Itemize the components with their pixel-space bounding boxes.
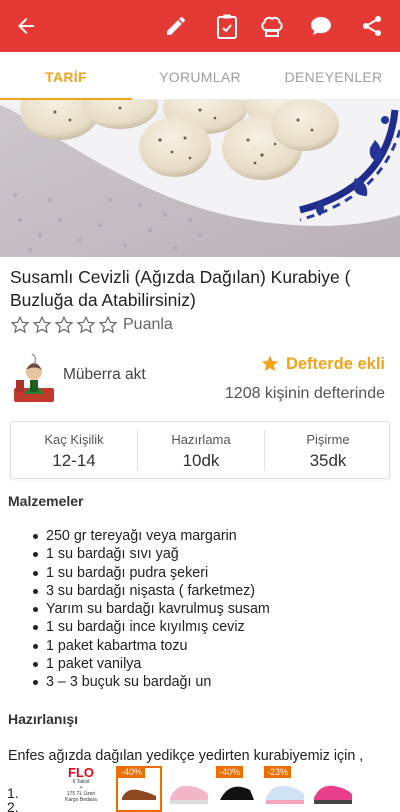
ad-product-sneaker[interactable] xyxy=(166,766,212,812)
saved-count: 1208 kişinin defterinde xyxy=(224,385,385,402)
star-outline-icon[interactable] xyxy=(97,314,119,336)
cook-time-value: 35dk xyxy=(309,451,347,470)
pencil-icon[interactable] xyxy=(158,8,194,44)
prep-time-value: 10dk xyxy=(182,451,220,470)
cook-time-stat: Pişirme 35dk xyxy=(265,422,391,478)
back-arrow-icon[interactable] xyxy=(8,8,44,44)
ingredient-item: 1 paket vanilya xyxy=(33,655,393,673)
recipe-stats-card: Kaç Kişilik 12-14 Hazırlama 10dk Pişirme… xyxy=(10,421,390,479)
clipboard-check-icon[interactable] xyxy=(209,8,245,44)
top-app-bar xyxy=(0,0,400,52)
tab-bar: TARİF YORUMLAR DENEYENLER xyxy=(0,52,400,100)
recipe-title: Susamlı Cevizli (Ağızda Dağılan) Kurabiy… xyxy=(10,267,351,310)
share-icon[interactable] xyxy=(354,8,390,44)
star-outline-icon[interactable] xyxy=(53,314,75,336)
preparation-heading: Hazırlanışı xyxy=(8,711,79,727)
ingredient-item: 250 gr tereyağı veya margarin xyxy=(33,527,393,545)
preparation-intro: Enfes ağızda dağılan yedikçe yedirten ku… xyxy=(8,748,364,764)
ad-product-sport-shoe[interactable] xyxy=(310,766,356,812)
ingredient-item: 3 su bardağı nişasta ( farketmez) xyxy=(33,582,393,600)
star-outline-icon[interactable] xyxy=(75,314,97,336)
tab-comments[interactable]: YORUMLAR xyxy=(133,52,267,100)
prep-time-stat: Hazırlama 10dk xyxy=(138,422,264,478)
saved-status[interactable]: Defterde ekli xyxy=(260,354,385,374)
ingredient-item: Yarım su bardağı kavrulmuş susam xyxy=(33,600,393,618)
recipe-photo[interactable] xyxy=(0,100,400,257)
step-number: 1. xyxy=(7,785,19,801)
ad-brand-block[interactable]: FLO 6 Taksit + 175 TL Üzeri Kargo Bedava xyxy=(52,766,110,812)
ingredient-item: 3 – 3 buçuk su bardağı un xyxy=(33,673,393,691)
ad-banner[interactable]: FLO 6 Taksit + 175 TL Üzeri Kargo Bedava… xyxy=(44,764,400,812)
ingredients-list: 250 gr tereyağı veya margarin 1 su barda… xyxy=(33,527,393,692)
ingredient-item: 1 su bardağı sıvı yağ xyxy=(33,545,393,563)
saved-label: Defterde ekli xyxy=(285,354,385,373)
servings-stat: Kaç Kişilik 12-14 xyxy=(11,422,137,478)
star-outline-icon[interactable] xyxy=(9,314,31,336)
step-numbers: 1. 2. xyxy=(7,786,19,812)
ingredient-item: 1 su bardağı pudra şekeri xyxy=(33,564,393,582)
chef-hat-icon[interactable] xyxy=(254,8,290,44)
ad-brand-logo: FLO xyxy=(68,765,94,780)
discount-badge: -40% xyxy=(216,766,244,778)
star-outline-icon[interactable] xyxy=(31,314,53,336)
tab-recipe[interactable]: TARİF xyxy=(0,52,132,100)
cook-time-label: Pişirme xyxy=(306,432,350,447)
servings-label: Kaç Kişilik xyxy=(44,432,104,447)
star-filled-icon xyxy=(261,355,279,371)
tab-tried-by[interactable]: DENEYENLER xyxy=(267,52,400,100)
chat-bubble-icon[interactable] xyxy=(303,8,339,44)
author-avatar[interactable] xyxy=(10,350,58,404)
step-number: 2. xyxy=(7,799,19,812)
discount-badge: -23% xyxy=(264,766,292,778)
author-name[interactable]: Müberra akt xyxy=(63,366,146,384)
ingredients-heading: Malzemeler xyxy=(8,493,84,509)
prep-time-label: Hazırlama xyxy=(171,432,231,447)
ingredient-item: 1 paket kabartma tozu xyxy=(33,637,393,655)
ingredient-item: 1 su bardağı ince kıyılmış ceviz xyxy=(33,618,393,636)
discount-badge: -40% xyxy=(118,766,146,778)
servings-value: 12-14 xyxy=(52,451,96,470)
rating-control[interactable]: Puanla xyxy=(9,314,173,336)
ad-brand-line: Kargo Bedava xyxy=(65,797,97,803)
rate-label[interactable]: Puanla xyxy=(123,316,173,334)
